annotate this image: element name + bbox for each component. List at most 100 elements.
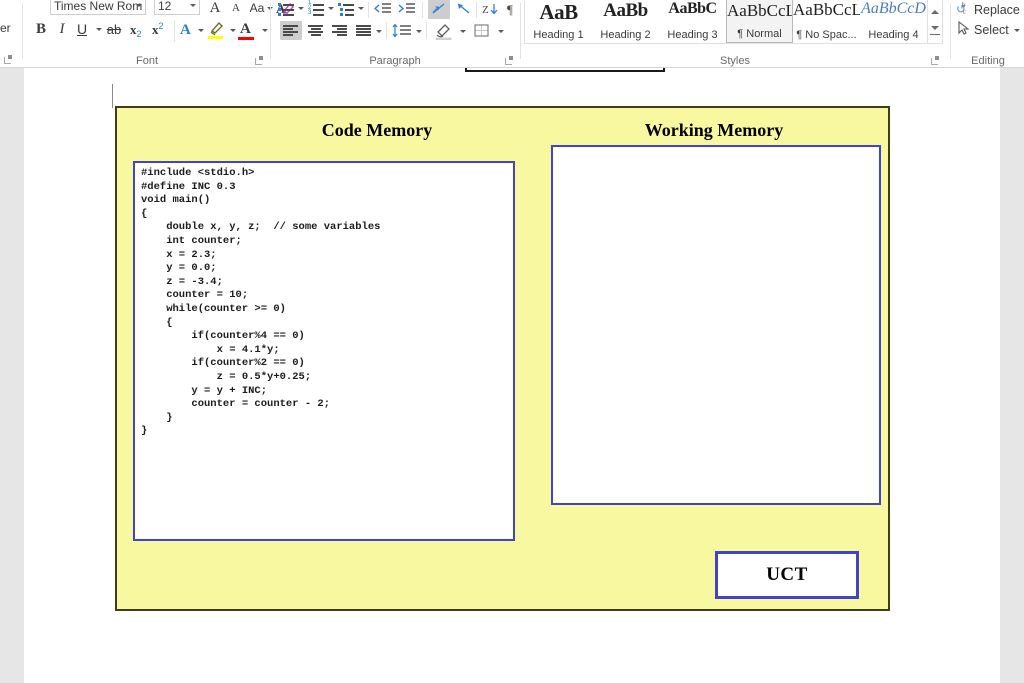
style-label: ¶ No Spac...: [796, 29, 857, 41]
font-dialog-launcher[interactable]: [255, 56, 264, 65]
underline-caret-icon[interactable]: [96, 28, 102, 31]
style-label: Heading 3: [667, 29, 718, 41]
uct-box[interactable]: UCT: [715, 551, 859, 599]
shrink-font-icon[interactable]: A: [230, 3, 242, 14]
highlight-color-swatch[interactable]: [208, 36, 223, 39]
gallery-up-arrow-icon[interactable]: [931, 10, 939, 14]
select-label[interactable]: Select: [974, 23, 1009, 37]
multilevel-list-icon[interactable]: [338, 2, 355, 16]
code-memory-title: Code Memory: [321, 120, 433, 140]
styles-gallery-scroll[interactable]: [928, 0, 943, 44]
style-label: Heading 2: [600, 29, 651, 41]
paragraph-dialog-launcher[interactable]: [505, 56, 514, 65]
style-item-4[interactable]: AaBbCcL ¶ No Spac...: [793, 0, 860, 43]
group-separator: [476, 2, 477, 18]
styles-group: AaB Heading 1 AaBb Heading 2 AaBbC Headi…: [522, 0, 948, 68]
replace-label[interactable]: Replace: [974, 3, 1020, 17]
justify-icon[interactable]: [356, 25, 371, 37]
style-preview: AaBb: [603, 0, 648, 21]
document-page[interactable]: Code Memory Working Memory #include <std…: [24, 68, 1000, 683]
svg-text:¶: ¶: [507, 2, 513, 16]
style-label: Heading 1: [533, 29, 584, 41]
font-color-caret-icon[interactable]: [262, 29, 268, 32]
uct-label: UCT: [766, 564, 808, 585]
rtl-text-direction-icon[interactable]: [455, 2, 471, 16]
select-caret-icon[interactable]: [1014, 29, 1020, 32]
style-item-2[interactable]: AaBbC Heading 3: [659, 0, 726, 43]
strikethrough-button[interactable]: ab: [105, 23, 123, 36]
borders-icon[interactable]: [474, 24, 490, 39]
change-case-icon[interactable]: Aa: [248, 2, 266, 14]
highlight-caret-icon[interactable]: [230, 29, 236, 32]
italic-button[interactable]: I: [56, 22, 68, 37]
increase-indent-icon[interactable]: [398, 2, 416, 16]
memory-diagram[interactable]: Code Memory Working Memory #include <std…: [115, 106, 890, 611]
text-effects-caret-icon[interactable]: [198, 29, 204, 32]
superscript-button[interactable]: x2: [152, 21, 164, 39]
group-separator: [426, 22, 427, 39]
style-item-1[interactable]: AaBb Heading 2: [592, 0, 659, 43]
bold-button[interactable]: B: [34, 22, 48, 37]
show-formatting-marks-icon[interactable]: ¶: [506, 2, 520, 16]
styles-dialog-launcher[interactable]: [931, 56, 940, 65]
right-gutter[interactable]: [1000, 68, 1024, 683]
replace-icon[interactable]: ↺ b c: [956, 1, 972, 16]
multilevel-caret-icon[interactable]: [358, 7, 364, 10]
shading-caret-icon[interactable]: [460, 30, 466, 33]
style-label: Heading 4: [868, 29, 919, 41]
style-item-3-selected[interactable]: AaBbCcL ¶ Normal: [726, 0, 793, 43]
grow-font-icon[interactable]: A: [208, 1, 222, 16]
align-center-icon[interactable]: [308, 25, 323, 37]
font-group-label: Font: [135, 55, 158, 67]
justify-caret-icon[interactable]: [376, 30, 382, 33]
editing-group: ↺ b c Replace Select Editing: [952, 0, 1024, 68]
group-separator: [950, 3, 951, 59]
font-size-input[interactable]: 12: [154, 0, 200, 15]
svg-text:c: c: [963, 8, 966, 16]
line-spacing-caret-icon[interactable]: [416, 30, 422, 33]
font-color-swatch[interactable]: [238, 37, 254, 40]
style-preview: AaBbCcL: [793, 0, 860, 19]
gallery-down-arrow-icon[interactable]: [931, 26, 939, 30]
bullets-icon[interactable]: [278, 2, 295, 16]
svg-text:Z: Z: [482, 4, 489, 16]
style-preview: AaBbC: [668, 0, 717, 17]
select-cursor-icon[interactable]: [957, 21, 971, 36]
style-preview: AaB: [539, 0, 578, 24]
line-spacing-icon[interactable]: [392, 24, 412, 39]
sort-icon[interactable]: Z: [482, 2, 500, 16]
align-right-icon[interactable]: [332, 25, 347, 37]
borders-caret-icon[interactable]: [498, 30, 504, 33]
styles-gallery: AaB Heading 1 AaBb Heading 2 AaBbC Headi…: [524, 0, 928, 44]
numbering-caret-icon[interactable]: [328, 7, 334, 10]
font-name-input[interactable]: Times New Rom: [50, 0, 146, 15]
underline-button[interactable]: U: [75, 22, 89, 36]
font-group: Times New Rom 12 A A Aa A B I U ab: [26, 0, 294, 68]
group-separator: [422, 2, 423, 18]
group-separator: [174, 20, 175, 42]
text-cursor: [112, 84, 113, 108]
working-memory-box[interactable]: [551, 145, 881, 505]
text-effects-icon[interactable]: A: [180, 22, 191, 39]
subscript-index: 2: [136, 29, 142, 39]
styles-group-label: Styles: [720, 55, 750, 67]
shading-icon[interactable]: [434, 22, 454, 40]
paragraph-group-label: Paragraph: [369, 55, 421, 67]
style-item-0[interactable]: AaB Heading 1: [525, 0, 592, 43]
gallery-more-underline: [930, 34, 940, 35]
font-color-icon[interactable]: A: [240, 21, 251, 38]
bullets-caret-icon[interactable]: [298, 7, 304, 10]
clipboard-dialog-launcher[interactable]: [4, 55, 13, 64]
font-name-caret-icon[interactable]: [136, 4, 142, 7]
paragraph-group: 123 ↗ Z ¶ Paragraph: [272, 0, 518, 68]
font-size-caret-icon[interactable]: [190, 4, 196, 7]
superscript-x: x: [152, 22, 159, 37]
subscript-button[interactable]: x2: [130, 21, 142, 39]
style-item-5[interactable]: AaBbCcD Heading 4: [860, 0, 927, 43]
group-separator: [270, 3, 271, 59]
clipboard-group-remnant-label: er: [0, 21, 11, 35]
group-separator: [520, 3, 521, 59]
decrease-indent-icon[interactable]: [374, 2, 392, 16]
code-memory-box[interactable]: #include <stdio.h> #define INC 0.3 void …: [133, 161, 515, 541]
editing-group-label: Editing: [971, 55, 1005, 67]
